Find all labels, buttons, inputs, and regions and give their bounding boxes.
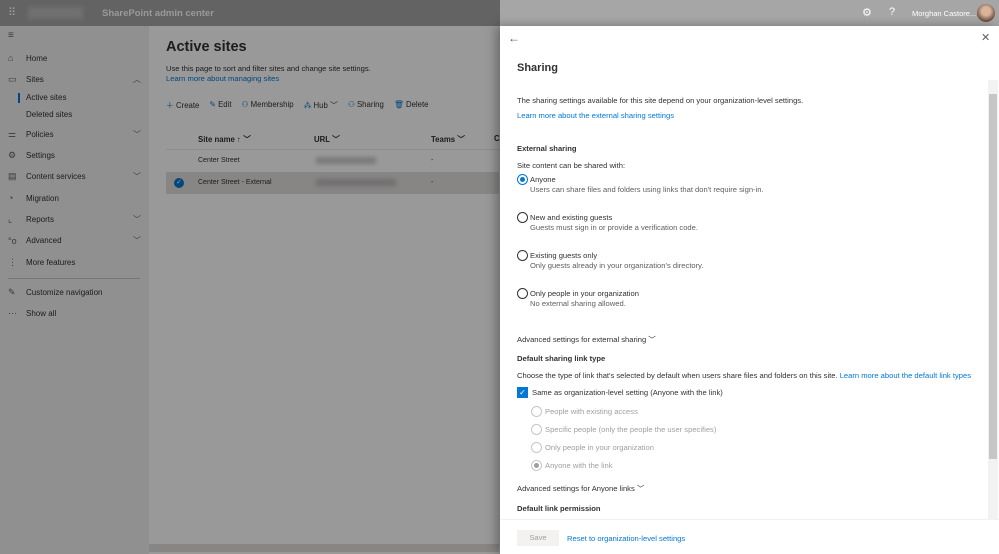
save-button[interactable]: Save [517, 530, 559, 546]
option-desc: Users can share files and folders using … [530, 185, 764, 194]
gear-icon[interactable]: ⚙ [862, 6, 872, 19]
link-type-desc: Choose the type of link that's selected … [517, 371, 838, 380]
radio-only-org[interactable] [517, 288, 528, 299]
link-option-label: Specific people (only the people the use… [545, 425, 717, 434]
link-option-label: Anyone with the link [545, 461, 613, 470]
external-sharing-label: Site content can be shared with: [517, 161, 626, 170]
option-desc: Only guests already in your organization… [530, 261, 704, 270]
radio-new-existing-guests[interactable] [517, 212, 528, 223]
help-icon[interactable]: ? [889, 6, 895, 18]
option-desc: Guests must sign in or provide a verific… [530, 223, 698, 232]
reset-link[interactable]: Reset to organization-level settings [567, 534, 685, 543]
permission-heading: Default link permission [517, 504, 601, 513]
link-type-heading: Default sharing link type [517, 354, 606, 363]
advanced-anyone-toggle[interactable]: Advanced settings for Anyone links ﹀ [517, 483, 645, 494]
avatar[interactable] [977, 4, 995, 22]
scrollbar-thumb[interactable] [989, 94, 997, 459]
default-link-types-link[interactable]: Learn more about the default link types [840, 371, 971, 380]
radio-anyone-link[interactable] [531, 460, 542, 471]
panel-footer: Save Reset to organization-level setting… [500, 519, 999, 554]
radio-org-people[interactable] [531, 442, 542, 453]
panel-title: Sharing [517, 62, 558, 74]
option-label: Anyone [530, 175, 556, 184]
vertical-scrollbar[interactable] [988, 80, 998, 520]
user-name[interactable]: Morghan Castore... [912, 9, 976, 18]
link-option-label: Only people in your organization [545, 443, 654, 452]
toggle-label: Advanced settings for Anyone links [517, 484, 635, 493]
external-sharing-link[interactable]: Learn more about the external sharing se… [517, 111, 674, 120]
option-label: New and existing guests [530, 213, 613, 222]
advanced-external-toggle[interactable]: Advanced settings for external sharing ﹀ [517, 334, 656, 345]
chevron-down-icon: ﹀ [636, 484, 645, 493]
checkbox-label: Same as organization-level setting (Anyo… [532, 388, 723, 397]
same-as-org-checkbox[interactable]: ✓ [517, 387, 528, 398]
radio-existing-guests[interactable] [517, 250, 528, 261]
link-option-label: People with existing access [545, 407, 638, 416]
sharing-panel: ← ✕ Sharing The sharing settings availab… [500, 26, 999, 554]
option-label: Only people in your organization [530, 289, 639, 298]
back-arrow-icon[interactable]: ← [508, 31, 520, 45]
toggle-label: Advanced settings for external sharing [517, 335, 647, 344]
option-label: Existing guests only [530, 251, 598, 260]
modal-overlay[interactable] [0, 0, 500, 554]
radio-anyone[interactable] [517, 174, 528, 185]
chevron-down-icon: ﹀ [648, 335, 656, 344]
radio-specific-people[interactable] [531, 424, 542, 435]
option-desc: No external sharing allowed. [530, 299, 626, 308]
intro-text: The sharing settings available for this … [517, 96, 804, 105]
radio-existing-access[interactable] [531, 406, 542, 417]
close-icon[interactable]: ✕ [981, 31, 990, 44]
external-sharing-heading: External sharing [517, 144, 577, 153]
